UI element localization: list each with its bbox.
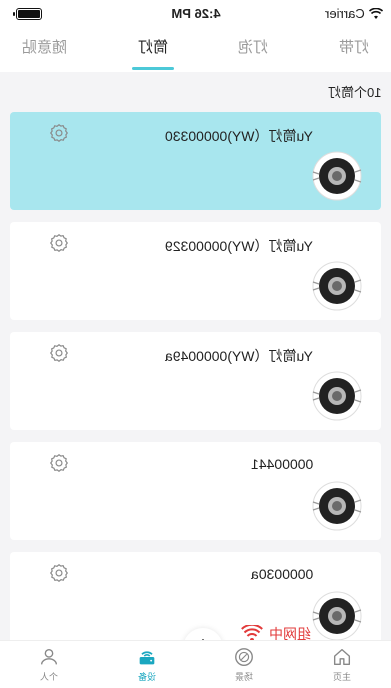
device-name: 00000441 [250,456,313,472]
settings-gear-icon[interactable] [48,232,70,254]
tab-bulb-label: 灯泡 [238,39,269,56]
person-icon [40,648,57,665]
tab-sticker-label: 随意贴 [22,39,68,56]
home-icon [334,648,351,666]
tab-downlight-label: 筒灯 [137,39,168,56]
downlight-icon [312,481,362,531]
scene-icon [235,648,254,666]
tab-light-strip[interactable]: 灯带 [339,28,369,72]
battery-icon [13,8,42,20]
tab-active-indicator [131,67,174,70]
tab-bulb[interactable]: 灯泡 [238,28,268,72]
settings-gear-icon[interactable] [48,562,70,584]
device-card[interactable]: Yu筒灯（WY)00000329 [10,222,381,320]
nav-devices[interactable]: 设备 [117,646,177,683]
device-name: Yu筒灯（WY)00000329 [165,238,313,254]
settings-gear-icon[interactable] [48,342,70,364]
carrier-group: Carrier [325,6,383,21]
tab-downlight[interactable]: 筒灯 [131,28,174,72]
tab-light-strip-label: 灯带 [338,39,369,56]
carrier-label: Carrier [325,6,365,21]
nav-profile[interactable]: 个人 [19,646,79,683]
settings-gear-icon[interactable] [48,122,70,144]
device-card[interactable]: 00000441 [10,442,381,540]
device-card[interactable]: Yu筒灯（WY)0000049a [10,332,381,430]
nav-home[interactable]: 主页 [312,646,372,683]
nav-home-label: 主页 [333,672,352,682]
downlight-icon [312,151,362,201]
bottom-nav: 主页 场景 设备 个人 [0,640,391,688]
status-time: 4:26 PM [170,6,221,21]
device-card[interactable]: Yu筒灯（WY)00000330 [10,112,381,210]
device-icon [139,651,154,665]
device-name: Yu筒灯（WY)00000330 [165,128,313,144]
downlight-icon [312,371,362,421]
tab-sticker[interactable]: 随意贴 [22,28,67,72]
nav-devices-label: 设备 [137,672,156,682]
category-tabs: 灯带 灯泡 筒灯 随意贴 [0,28,391,72]
nav-scene[interactable]: 场景 [214,646,274,683]
wifi-icon [369,7,383,19]
nav-profile-label: 个人 [39,672,58,682]
status-bar: Carrier 4:26 PM [0,0,391,28]
downlight-icon [312,261,362,311]
settings-gear-icon[interactable] [48,452,70,474]
device-name: Yu筒灯（WY)0000049a [165,348,313,364]
device-name: 0000030a [250,566,313,582]
device-count: 10个筒灯 [327,85,381,100]
nav-scene-label: 场景 [235,672,254,682]
downlight-icon [312,591,362,641]
